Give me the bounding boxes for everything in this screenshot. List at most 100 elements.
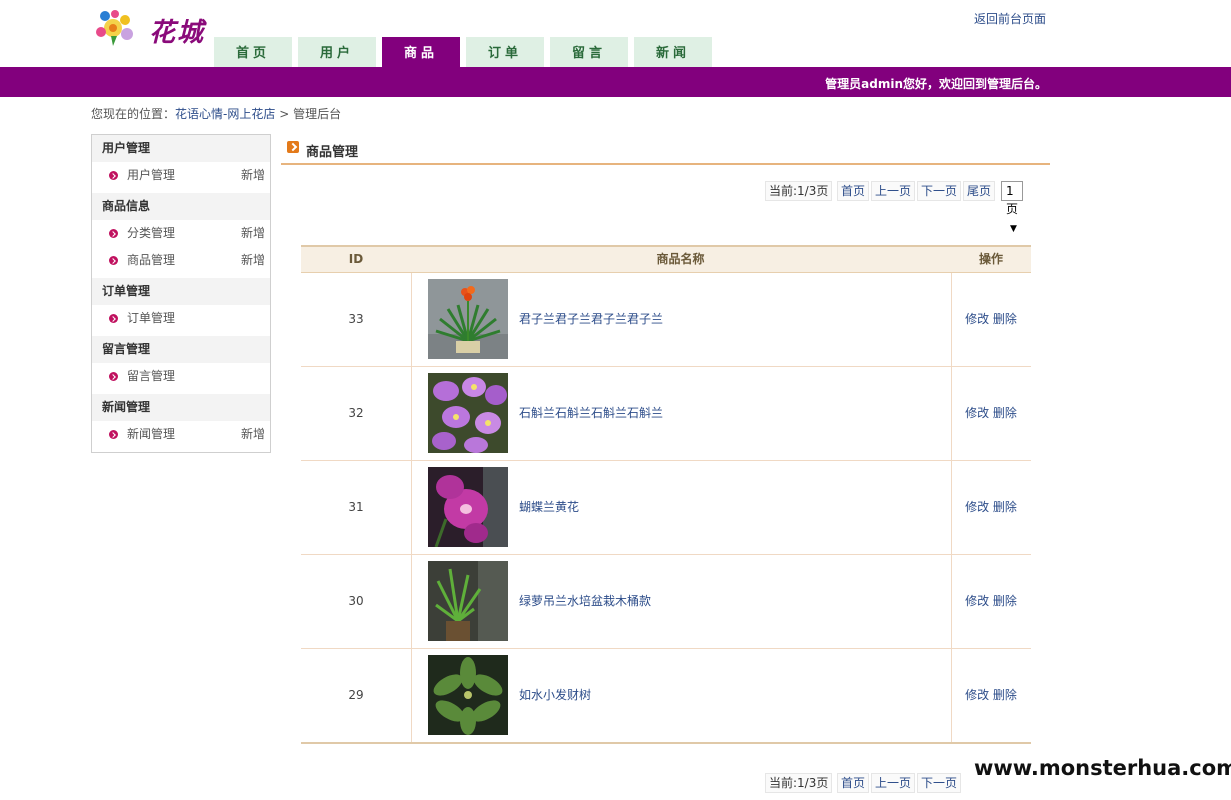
pager-next[interactable]: 下一页 (917, 773, 962, 793)
bullet-arrow-icon (109, 314, 118, 323)
delete-link[interactable]: 删除 (993, 406, 1017, 420)
product-thumbnail[interactable] (428, 561, 508, 641)
section-header: 商品管理 (281, 134, 1050, 165)
page-select-value: 1页 (1006, 184, 1019, 216)
edit-link[interactable]: 修改 (965, 594, 989, 608)
product-id: 32 (348, 406, 364, 420)
row-actions: 修改 删除 (951, 273, 1031, 366)
sidebar-add-product[interactable]: 新增 (241, 247, 265, 274)
arrow-box-icon (287, 141, 299, 153)
product-name-link[interactable]: 君子兰君子兰君子兰君子兰 (519, 273, 663, 366)
pager-last[interactable]: 尾页 (963, 181, 996, 201)
sidebar: 用户管理 用户管理 新增 商品信息 分类管理 新增 商品管理 新增 订单管理 订… (91, 134, 271, 453)
row-actions: 修改 删除 (951, 649, 1031, 742)
product-thumbnail[interactable] (428, 279, 508, 359)
top-bar: 管理员admin您好，欢迎回到管理后台。 (0, 67, 1231, 97)
pager-first[interactable]: 首页 (837, 773, 870, 793)
sidebar-item-news-management: 新闻管理 新增 (92, 421, 270, 448)
product-table: ID 商品名称 操作 33 君子兰君子兰君子兰君子兰 修改 删除 32 石斛兰石… (301, 245, 1031, 744)
sidebar-link-category-management[interactable]: 分类管理 (127, 220, 175, 247)
sidebar-item-message-management: 留言管理 (92, 363, 270, 390)
page-select[interactable]: 1页 ▼ (1001, 181, 1023, 234)
pager-current: 当前:1/3页 (765, 773, 833, 793)
breadcrumb-current: 管理后台 (293, 107, 342, 121)
product-id: 30 (348, 594, 364, 608)
tab-news[interactable]: 新闻 (634, 37, 712, 67)
sidebar-item-product-management: 商品管理 新增 (92, 247, 270, 274)
sidebar-link-news-management[interactable]: 新闻管理 (127, 421, 175, 448)
delete-link[interactable]: 删除 (993, 688, 1017, 702)
bullet-arrow-icon (109, 229, 118, 238)
sidebar-group-messages: 留言管理 (92, 336, 270, 363)
edit-link[interactable]: 修改 (965, 500, 989, 514)
pager-prev[interactable]: 上一页 (871, 181, 916, 201)
sidebar-link-message-management[interactable]: 留言管理 (127, 363, 175, 390)
product-thumbnail[interactable] (428, 467, 508, 547)
product-thumbnail[interactable] (428, 655, 508, 735)
tab-products[interactable]: 商品 (382, 37, 460, 67)
sidebar-link-order-management[interactable]: 订单管理 (127, 305, 175, 332)
tab-home[interactable]: 首页 (214, 37, 292, 67)
row-actions: 修改 删除 (951, 367, 1031, 460)
sidebar-group-products: 商品信息 (92, 193, 270, 220)
sidebar-add-category[interactable]: 新增 (241, 220, 265, 247)
sidebar-link-product-management[interactable]: 商品管理 (127, 247, 175, 274)
product-id: 29 (348, 688, 364, 702)
pager-next[interactable]: 下一页 (917, 181, 962, 201)
table-row: 32 石斛兰石斛兰石斛兰石斛兰 修改 删除 (301, 367, 1031, 461)
table-row: 31 蝴蝶兰黄花 修改 删除 (301, 461, 1031, 555)
product-thumbnail[interactable] (428, 373, 508, 453)
tab-messages[interactable]: 留言 (550, 37, 628, 67)
tab-orders[interactable]: 订单 (466, 37, 544, 67)
product-name-cell: 绿萝吊兰水培盆栽木桶款 (411, 555, 952, 648)
sidebar-add-user[interactable]: 新增 (241, 162, 265, 189)
product-id: 31 (348, 500, 364, 514)
delete-link[interactable]: 删除 (993, 312, 1017, 326)
column-header-ops: 操作 (978, 252, 1003, 266)
sidebar-item-category-management: 分类管理 新增 (92, 220, 270, 247)
product-name-link[interactable]: 石斛兰石斛兰石斛兰石斛兰 (519, 367, 663, 460)
breadcrumb-prefix: 您现在的位置： (91, 107, 176, 121)
edit-link[interactable]: 修改 (965, 688, 989, 702)
breadcrumb-separator: > (279, 107, 290, 121)
logo-text: 花城 (149, 18, 206, 48)
column-header-id: ID (348, 252, 364, 266)
row-actions: 修改 删除 (951, 555, 1031, 648)
welcome-message: 管理员admin您好，欢迎回到管理后台。 (825, 77, 1047, 91)
edit-link[interactable]: 修改 (965, 406, 989, 420)
sidebar-link-user-management[interactable]: 用户管理 (127, 162, 175, 189)
pager-prev[interactable]: 上一页 (871, 773, 916, 793)
table-row: 29 如水小发财树 修改 删除 (301, 649, 1031, 744)
sidebar-add-news[interactable]: 新增 (241, 421, 265, 448)
bullet-arrow-icon (109, 256, 118, 265)
sidebar-item-user-management: 用户管理 新增 (92, 162, 270, 189)
delete-link[interactable]: 删除 (993, 500, 1017, 514)
table-header: ID 商品名称 操作 (301, 247, 1031, 273)
table-row: 33 君子兰君子兰君子兰君子兰 修改 删除 (301, 273, 1031, 367)
pager-current: 当前:1/3页 (765, 181, 833, 201)
bullet-arrow-icon (109, 430, 118, 439)
product-name-cell: 如水小发财树 (411, 649, 952, 742)
bullet-arrow-icon (109, 171, 118, 180)
delete-link[interactable]: 删除 (993, 594, 1017, 608)
product-name-link[interactable]: 蝴蝶兰黄花 (519, 461, 579, 554)
product-name-link[interactable]: 绿萝吊兰水培盆栽木桶款 (519, 555, 651, 648)
chevron-down-icon: ▼ (1010, 224, 1017, 234)
edit-link[interactable]: 修改 (965, 312, 989, 326)
product-name-cell: 石斛兰石斛兰石斛兰石斛兰 (411, 367, 952, 460)
breadcrumb: 您现在的位置：花语心情-网上花店 > 管理后台 (91, 105, 341, 122)
watermark: www.monsterhua.com (972, 756, 1231, 780)
bullet-arrow-icon (109, 372, 118, 381)
breadcrumb-site-link[interactable]: 花语心情-网上花店 (175, 107, 275, 121)
back-to-frontend-link[interactable]: 返回前台页面 (974, 10, 1046, 27)
pager-first[interactable]: 首页 (837, 181, 870, 201)
product-name-link[interactable]: 如水小发财树 (519, 649, 591, 742)
sidebar-item-order-management: 订单管理 (92, 305, 270, 332)
tab-users[interactable]: 用户 (298, 37, 376, 67)
logo: 花城 (91, 6, 216, 48)
product-name-cell: 君子兰君子兰君子兰君子兰 (411, 273, 952, 366)
row-actions: 修改 删除 (951, 461, 1031, 554)
page-title: 商品管理 (306, 145, 359, 160)
product-id: 33 (348, 312, 364, 326)
sidebar-group-orders: 订单管理 (92, 278, 270, 305)
